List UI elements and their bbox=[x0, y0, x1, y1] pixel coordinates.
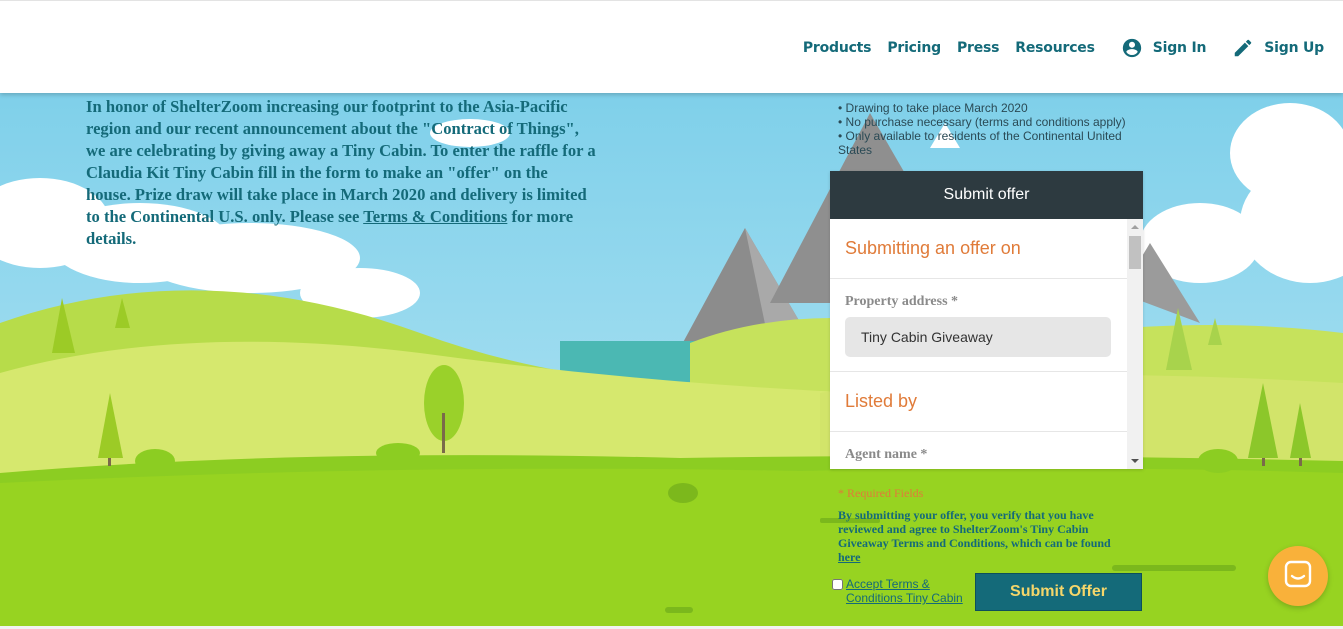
chat-bubble-icon bbox=[1283, 559, 1313, 594]
form-scrollbar[interactable] bbox=[1127, 219, 1143, 469]
agent-name-field: Agent name * bbox=[830, 432, 1127, 469]
terms-conditions-link[interactable]: Terms & Conditions bbox=[363, 207, 507, 226]
scroll-up-arrow-icon[interactable] bbox=[1131, 225, 1139, 229]
bullet-item: • No purchase necessary (terms and condi… bbox=[838, 115, 1126, 129]
accept-terms-link[interactable]: Accept Terms & Conditions Tiny Cabin bbox=[846, 577, 966, 605]
chat-launcher[interactable] bbox=[1268, 546, 1328, 606]
submit-offer-button[interactable]: Submit Offer bbox=[975, 573, 1142, 611]
nav-resources[interactable]: Resources bbox=[1015, 40, 1095, 56]
bullet-item: • Only available to residents of the Con… bbox=[838, 129, 1122, 157]
property-address-input[interactable] bbox=[845, 317, 1111, 357]
disclaimer-text: By submitting your offer, you verify tha… bbox=[838, 508, 1111, 550]
sign-in-link[interactable]: Sign In bbox=[1121, 37, 1207, 59]
scrollbar-thumb[interactable] bbox=[1129, 236, 1141, 269]
submit-offer-form: Submit offer Submitting an offer on Prop… bbox=[830, 171, 1143, 469]
nav-pricing[interactable]: Pricing bbox=[887, 40, 941, 56]
pencil-icon bbox=[1232, 37, 1254, 59]
property-address-label: Property address * bbox=[845, 294, 959, 309]
form-header: Submit offer bbox=[830, 171, 1143, 219]
section-title-listed-by: Listed by bbox=[830, 372, 1127, 432]
nav-products[interactable]: Products bbox=[803, 40, 872, 56]
main-nav: Products Pricing Press Resources Sign In… bbox=[803, 37, 1324, 59]
terms-here-link[interactable]: here bbox=[838, 550, 860, 564]
site-header: Products Pricing Press Resources Sign In… bbox=[0, 0, 1343, 93]
nav-press[interactable]: Press bbox=[957, 40, 1000, 56]
bullet-item: • Drawing to take place March 2020 bbox=[838, 101, 1028, 115]
account-circle-icon bbox=[1121, 37, 1143, 59]
accept-terms-checkbox[interactable] bbox=[832, 579, 843, 590]
accept-terms: Accept Terms & Conditions Tiny Cabin bbox=[832, 577, 966, 605]
sign-up-label: Sign Up bbox=[1264, 40, 1324, 56]
agent-name-label: Agent name * bbox=[845, 447, 928, 462]
section-title-offer: Submitting an offer on bbox=[830, 219, 1127, 279]
property-address-field: Property address * bbox=[830, 279, 1127, 372]
sign-in-label: Sign In bbox=[1152, 40, 1207, 56]
required-fields-note: * Required Fields bbox=[838, 486, 924, 500]
terms-disclaimer: By submitting your offer, you verify tha… bbox=[838, 508, 1118, 564]
giveaway-intro: In honor of ShelterZoom increasing our f… bbox=[86, 96, 596, 250]
sign-up-link[interactable]: Sign Up bbox=[1232, 37, 1324, 59]
form-body: Submitting an offer on Property address … bbox=[830, 219, 1143, 469]
scroll-down-arrow-icon[interactable] bbox=[1131, 459, 1139, 463]
giveaway-bullets: • Drawing to take place March 2020 • No … bbox=[838, 101, 1138, 157]
